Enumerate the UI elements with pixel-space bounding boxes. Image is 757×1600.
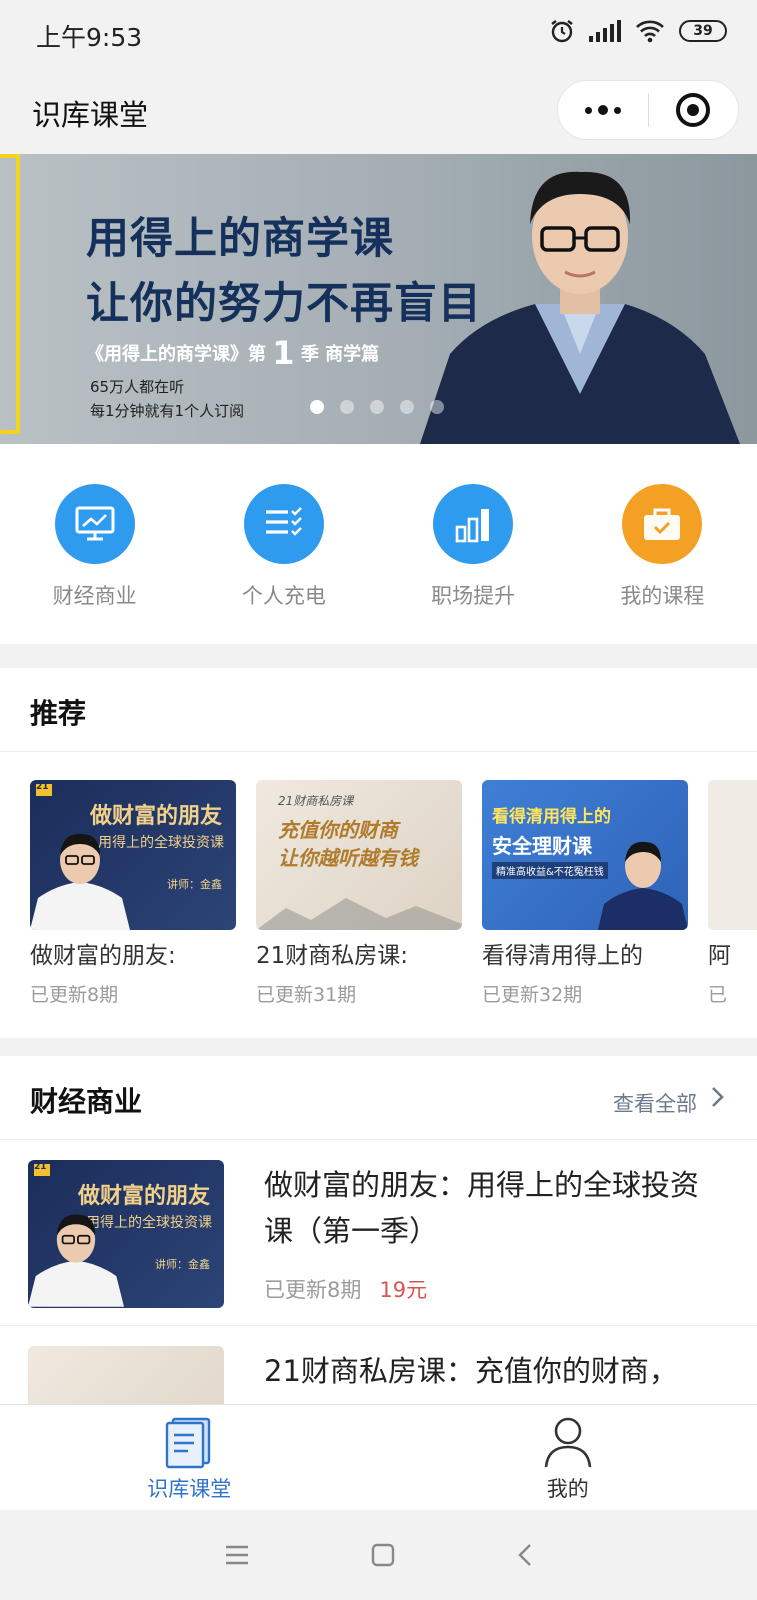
cover-line-2: 安全理财课 — [492, 834, 592, 858]
course-cover — [708, 780, 757, 930]
chevron-right-icon[interactable] — [711, 1086, 725, 1108]
miniprogram-capsule — [557, 80, 739, 140]
course-cover — [28, 1346, 224, 1404]
teacher-photo — [598, 841, 688, 930]
course-list-item[interactable]: 21财商私房课：充值你的财商， — [0, 1326, 757, 1404]
course-name: 看得清用得上的 — [482, 943, 643, 969]
category-nav: 财经商业 个人充电 职场提升 我的课程 — [0, 444, 757, 644]
menu-icon[interactable] — [224, 1544, 250, 1566]
bottom-tab-bar: 识库课堂 我的 — [0, 1404, 757, 1510]
course-updated: 已 — [708, 984, 728, 1006]
view-all-link[interactable]: 查看全部 — [613, 1088, 697, 1118]
recommend-section: 推荐 21 做财富的朋友 用得上的全球投资课 讲师：金鑫 做财富的朋友: 已更新… — [0, 668, 757, 1038]
course-cover: 看得清用得上的 安全理财课 精准高收益&不花冤枉钱 — [482, 780, 688, 930]
tab-label: 识库课堂 — [147, 1477, 232, 1501]
battery-level: 39 — [693, 23, 713, 39]
recommend-carousel[interactable]: 21 做财富的朋友 用得上的全球投资课 讲师：金鑫 做财富的朋友: 已更新8期 … — [0, 752, 757, 1032]
target-close-icon — [676, 93, 711, 127]
banner-frame-decoration — [0, 154, 20, 434]
cover-line-2: 充值你的财商 — [278, 818, 398, 842]
course-cover: 21 做财富的朋友 用得上的全球投资课 讲师：金鑫 — [28, 1160, 224, 1308]
section-title: 财经商业 — [30, 1085, 143, 1118]
cover-line-1: 看得清用得上的 — [492, 807, 611, 827]
cover-teacher: 讲师：金鑫 — [167, 878, 222, 891]
person-icon — [544, 1417, 592, 1468]
course-meta: 已更新8期 19元 — [264, 1274, 427, 1304]
section-header: 财经商业 查看全部 — [0, 1056, 757, 1140]
carousel-dot[interactable] — [400, 400, 414, 414]
section-header: 推荐 — [0, 668, 757, 752]
course-title: 做财富的朋友：用得上的全球投资课（第一季） — [264, 1168, 700, 1248]
course-cover: 21财商私房课 充值你的财商 让你越听越有钱 — [256, 780, 462, 930]
category-personal-growth[interactable]: 个人充电 — [189, 444, 378, 644]
course-updated: 已更新31期 — [256, 984, 357, 1006]
banner-subtitle: 《用得上的商学课》第 1 季 商学篇 — [86, 334, 380, 372]
carousel-dot[interactable] — [340, 400, 354, 414]
lecturer-photo — [420, 171, 740, 444]
carousel-dot[interactable] — [370, 400, 384, 414]
course-card[interactable]: 21财商私房课 充值你的财商 让你越听越有钱 21财商私房课: 已更新31期 — [256, 780, 462, 1007]
carousel-indicator — [310, 400, 444, 414]
cover-line-3: 精准高收益&不花冤枉钱 — [492, 862, 608, 879]
course-name: 阿 — [708, 943, 731, 969]
home-square-icon[interactable] — [370, 1542, 396, 1568]
status-bar: 上午9:53 39 — [0, 0, 757, 70]
signal-icon — [589, 20, 621, 42]
bar-growth-icon — [433, 484, 514, 564]
cover-line-3: 让你越听越有钱 — [278, 846, 418, 870]
category-label: 个人充电 — [241, 584, 326, 608]
section-title: 推荐 — [30, 697, 87, 730]
course-title: 21财商私房课：充值你的财商， — [264, 1354, 678, 1388]
mountain-decoration — [256, 898, 462, 930]
close-miniprogram-button[interactable] — [649, 81, 739, 139]
tab-label: 我的 — [546, 1477, 589, 1501]
finance-section: 财经商业 查看全部 21 做财富的朋友 用得上的全球投资课 讲师：金鑫 做财富的… — [0, 1056, 757, 1404]
banner-carousel[interactable]: 用得上的商学课 让你的努力不再盲目 《用得上的商学课》第 1 季 商学篇 65万… — [0, 154, 757, 444]
carousel-dot[interactable] — [430, 400, 444, 414]
banner-line-1: 65万人都在听 — [90, 378, 185, 396]
battery-icon: 39 — [679, 20, 727, 42]
banner-headline-1: 用得上的商学课 — [86, 214, 394, 264]
carousel-dot[interactable] — [310, 400, 324, 414]
course-card[interactable]: 阿 已 — [708, 780, 757, 1007]
category-my-courses[interactable]: 我的课程 — [568, 444, 757, 644]
alarm-icon — [551, 20, 573, 43]
monitor-chart-icon — [54, 484, 135, 564]
status-time: 上午9:53 — [36, 23, 143, 52]
title-bar: 识库课堂 — [0, 70, 757, 154]
teacher-photo — [30, 833, 130, 930]
category-label: 财经商业 — [52, 584, 137, 608]
course-list-item[interactable]: 21 做财富的朋友 用得上的全球投资课 讲师：金鑫 做财富的朋友：用得上的全球投… — [0, 1140, 757, 1326]
course-cover: 21 做财富的朋友 用得上的全球投资课 讲师：金鑫 — [30, 780, 236, 930]
cover-badge: 21 — [34, 1162, 47, 1172]
tab-mine[interactable]: 我的 — [379, 1405, 757, 1510]
category-label: 我的课程 — [620, 584, 705, 608]
course-card[interactable]: 21 做财富的朋友 用得上的全球投资课 讲师：金鑫 做财富的朋友: 已更新8期 — [30, 780, 236, 1007]
category-career[interactable]: 职场提升 — [379, 444, 568, 644]
course-card[interactable]: 看得清用得上的 安全理财课 精准高收益&不花冤枉钱 看得清用得上的 已更新32期 — [482, 780, 688, 1007]
cover-teacher: 讲师：金鑫 — [155, 1258, 210, 1271]
course-name: 21财商私房课: — [256, 943, 409, 969]
tab-home[interactable]: 识库课堂 — [0, 1405, 379, 1510]
wifi-icon — [636, 20, 664, 43]
course-name: 做财富的朋友: — [30, 943, 176, 969]
course-updated: 已更新8期 — [264, 1278, 362, 1302]
book-list-icon — [166, 1417, 211, 1469]
banner-line-2: 每1分钟就有1个人订阅 — [90, 402, 245, 420]
course-updated: 已更新8期 — [30, 984, 119, 1006]
category-finance[interactable]: 财经商业 — [0, 444, 189, 644]
more-dots-icon — [584, 105, 621, 115]
more-menu-button[interactable] — [558, 81, 648, 139]
back-icon[interactable] — [516, 1542, 534, 1568]
checklist-icon — [243, 484, 324, 564]
category-label: 职场提升 — [431, 584, 516, 608]
system-nav-bar — [0, 1510, 757, 1600]
briefcase-icon — [622, 484, 703, 564]
cover-line-1: 21财商私房课 — [278, 794, 354, 808]
course-price: 19元 — [379, 1278, 428, 1302]
teacher-photo — [28, 1214, 124, 1307]
course-updated: 已更新32期 — [482, 984, 583, 1006]
page-title: 识库课堂 — [32, 98, 149, 132]
cover-badge: 21 — [36, 782, 49, 792]
